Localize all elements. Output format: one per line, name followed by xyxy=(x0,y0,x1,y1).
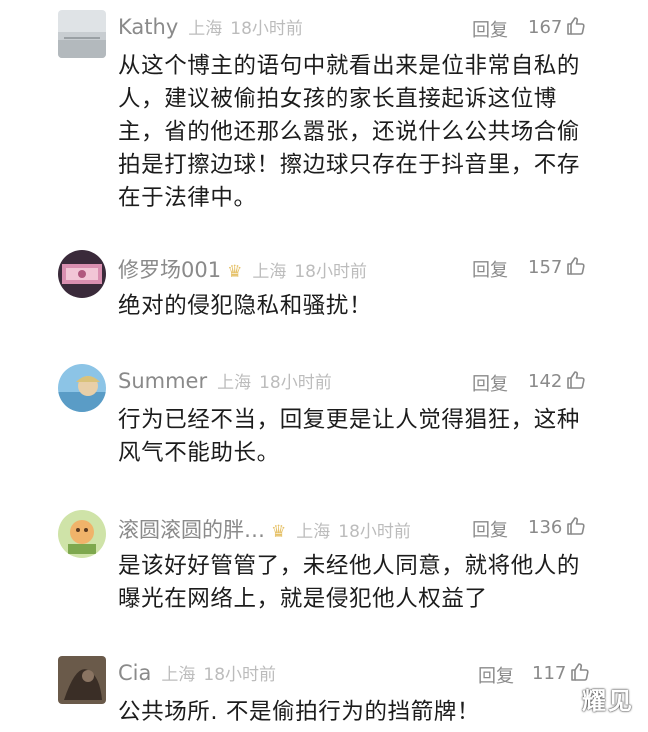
timestamp: 18小时前 xyxy=(338,522,411,542)
timestamp: 18小时前 xyxy=(259,373,332,393)
username[interactable]: 滚圆滚圆的胖… xyxy=(118,518,265,542)
comment-text: 是该好好管管了，未经他人同意，就将他人的 曝光在网络上，就是侵犯他人权益了 xyxy=(118,553,581,612)
avatar[interactable] xyxy=(58,510,106,558)
crown-badge-icon: ♛ xyxy=(227,262,243,282)
like-button[interactable]: 142 xyxy=(528,370,586,392)
avatar[interactable] xyxy=(58,656,106,704)
thumbs-up-icon xyxy=(567,371,585,389)
comment-text: 绝对的侵犯隐私和骚扰！ xyxy=(118,293,373,319)
reply-button[interactable]: 回复 xyxy=(478,662,514,688)
comment-header: Summer 上海 18小时前 xyxy=(118,368,332,393)
location: 上海 xyxy=(161,665,196,685)
watermark: 耀见 xyxy=(582,687,634,715)
reply-button[interactable]: 回复 xyxy=(472,516,508,542)
comment-text: 公共场所. 不是偷拍行为的挡箭牌！ xyxy=(118,699,481,725)
location: 上海 xyxy=(296,522,331,542)
location: 上海 xyxy=(252,262,287,282)
thumbs-up-icon xyxy=(571,663,589,681)
comment-header: 滚圆滚圆的胖… ♛ 上海 18小时前 xyxy=(118,514,411,544)
thumbs-up-icon xyxy=(567,517,585,535)
like-count: 117 xyxy=(532,663,567,684)
like-button[interactable]: 167 xyxy=(528,16,586,38)
avatar[interactable] xyxy=(58,250,106,298)
like-count: 167 xyxy=(528,17,563,38)
username[interactable]: Kathy xyxy=(118,15,178,39)
crown-badge-icon: ♛ xyxy=(271,522,287,542)
comment-header: Kathy 上海 18小时前 xyxy=(118,14,303,39)
reply-button[interactable]: 回复 xyxy=(472,16,508,42)
timestamp: 18小时前 xyxy=(203,665,277,685)
avatar[interactable] xyxy=(58,10,106,58)
username[interactable]: 修罗场001 xyxy=(118,258,221,282)
like-button[interactable]: 136 xyxy=(528,516,586,538)
reply-button[interactable]: 回复 xyxy=(472,256,508,282)
thumbs-up-icon xyxy=(567,257,585,275)
username[interactable]: Cia xyxy=(118,661,151,685)
comment-text: 行为已经不当，回复更是让人觉得猖狂，这种 风气不能助长。 xyxy=(118,407,581,466)
avatar[interactable] xyxy=(58,364,106,412)
like-count: 157 xyxy=(528,257,563,278)
thumbs-up-icon xyxy=(567,17,585,35)
timestamp: 18小时前 xyxy=(294,262,367,282)
comment-text: 从这个博主的语句中就看出来是位非常自私的 人，建议被偷拍女孩的家长直接起诉这位博… xyxy=(118,53,581,211)
username[interactable]: Summer xyxy=(118,369,207,393)
comment-header: 修罗场001 ♛ 上海 18小时前 xyxy=(118,254,367,284)
comment-header: Cia 上海 18小时前 xyxy=(118,660,276,685)
reply-button[interactable]: 回复 xyxy=(472,370,508,396)
location: 上海 xyxy=(217,373,252,393)
location: 上海 xyxy=(188,19,223,39)
like-count: 142 xyxy=(528,371,563,392)
like-button[interactable]: 157 xyxy=(528,256,586,278)
like-count: 136 xyxy=(528,517,563,538)
timestamp: 18小时前 xyxy=(230,19,303,39)
